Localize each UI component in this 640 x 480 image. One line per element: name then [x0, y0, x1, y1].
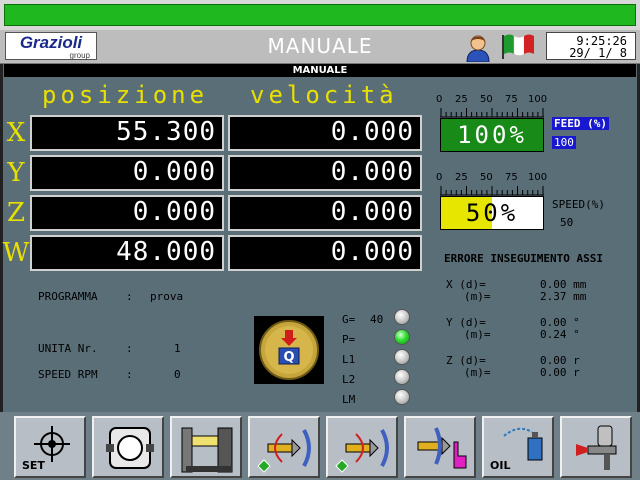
user-icon[interactable]	[464, 32, 492, 63]
status-indicator-bar	[4, 4, 636, 26]
rotate-tool-right-button[interactable]	[326, 416, 398, 478]
velocity-x-value: 0.000	[228, 115, 422, 151]
set-button-label: SET	[22, 459, 45, 472]
speed-percent-text: 50%	[465, 199, 519, 227]
indicator-l2-led	[394, 369, 410, 385]
oil-button-label: OIL	[490, 459, 511, 472]
clamp-icon	[106, 427, 154, 469]
axis-label-y: Y	[7, 158, 25, 188]
indicator-l2-label: L2	[342, 373, 356, 386]
set-button[interactable]: SET	[14, 416, 86, 478]
indicator-p-led	[394, 329, 410, 345]
error-title: ERRORE INSEGUIMENTO ASSI	[444, 252, 603, 265]
speed-label: SPEED(%)	[552, 198, 605, 211]
crosshair-icon	[34, 426, 70, 462]
velocity-w-value: 0.000	[228, 235, 422, 271]
italian-flag-icon[interactable]	[500, 33, 536, 59]
indicator-l1-led	[394, 349, 410, 365]
oil-button[interactable]: OIL	[482, 416, 554, 478]
header-bar: Grazioli group MANUALE 9:25:26 29/ 1/ 8	[0, 30, 640, 64]
clamp-button[interactable]	[92, 416, 164, 478]
indicator-g-value: 40	[370, 313, 384, 326]
page-title: MANUALE	[267, 34, 373, 58]
unit-separator: :	[126, 342, 133, 355]
tool-hand-icon	[417, 427, 467, 469]
position-y-value: 0.000	[30, 155, 224, 191]
error-x-m-label: (m)=	[464, 290, 491, 303]
error-y-m-label: (m)=	[464, 328, 491, 341]
indicator-g-label: G=	[342, 313, 356, 326]
axis-label-w: W	[2, 238, 30, 268]
indicator-lm-led	[394, 389, 410, 405]
speed-bar: 50%	[440, 196, 544, 230]
machine-icon	[181, 427, 233, 473]
speed-rpm-label: SPEED RPM	[38, 368, 98, 381]
svg-text:Q: Q	[283, 350, 294, 365]
velocity-column-header: velocità	[250, 81, 398, 109]
error-x-m-value: 2.37 mm	[540, 290, 587, 303]
unit-label: UNITA Nr.	[38, 342, 98, 355]
error-z-m-value: 0.00 r	[540, 366, 580, 379]
indicator-g-led	[394, 309, 410, 325]
tool-hand-button[interactable]	[404, 416, 476, 478]
unit-value: 1	[174, 342, 181, 355]
speed-ticks	[440, 186, 544, 196]
indicator-p-label: P=	[342, 333, 356, 346]
date-text: 29/ 1/ 8	[569, 46, 627, 60]
feed-label: FEED (%)	[552, 117, 609, 130]
position-column-header: posizione	[42, 81, 209, 109]
speed-rpm-value: 0	[174, 368, 181, 381]
velocity-z-value: 0.000	[228, 195, 422, 231]
program-label: PROGRAMMA	[38, 290, 98, 303]
indicator-lm-label: LM	[342, 393, 356, 406]
section-title-bar: MANUALE	[4, 64, 636, 77]
error-y-m-value: 0.24 °	[540, 328, 580, 341]
spray-gun-icon	[576, 425, 617, 470]
indicator-l1-label: L1	[342, 353, 356, 366]
spray-button[interactable]	[560, 416, 632, 478]
rotate-tool-icon	[257, 429, 311, 473]
program-separator: :	[126, 290, 133, 303]
cycle-q-icon: Q	[259, 320, 319, 380]
machine-button[interactable]	[170, 416, 242, 478]
position-w-value: 48.000	[30, 235, 224, 271]
cycle-start-button[interactable]: Q	[254, 316, 324, 384]
feed-bar: 100%	[440, 118, 544, 152]
speed-rpm-separator: :	[126, 368, 133, 381]
feed-ticks	[440, 108, 544, 118]
position-x-value: 55.300	[30, 115, 224, 151]
axis-label-x: X	[6, 118, 26, 148]
position-z-value: 0.000	[30, 195, 224, 231]
clock-display: 9:25:26 29/ 1/ 8	[546, 32, 636, 60]
rotate-tool-left-button[interactable]	[248, 416, 320, 478]
feed-label-value: 100	[552, 136, 576, 149]
velocity-y-value: 0.000	[228, 155, 422, 191]
speed-label-value: 50	[560, 216, 574, 229]
axis-label-z: Z	[6, 198, 26, 228]
feed-percent-text: 100%	[457, 121, 527, 149]
brand-logo: Grazioli group	[5, 32, 97, 60]
error-z-m-label: (m)=	[464, 366, 491, 379]
program-value: prova	[150, 290, 184, 303]
rotate-tool-icon	[335, 429, 389, 473]
